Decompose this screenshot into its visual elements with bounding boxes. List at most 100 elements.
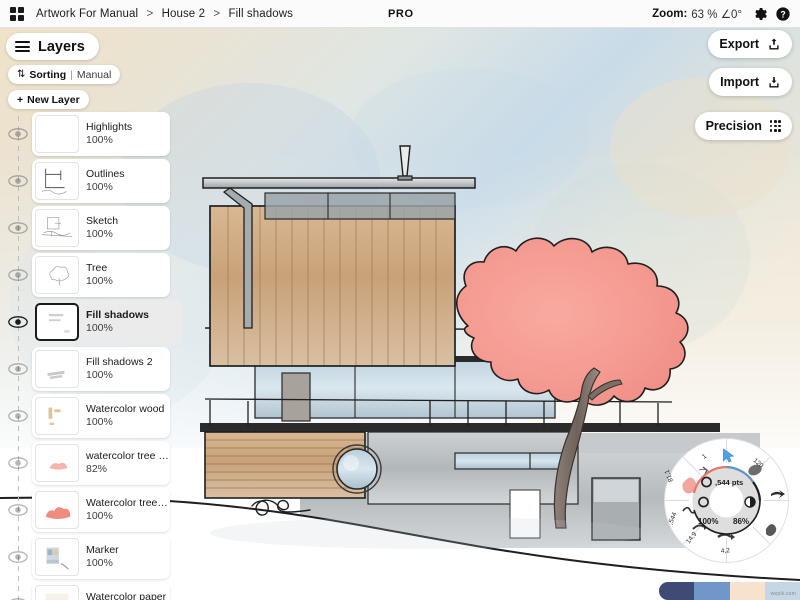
layer-visibility-eye-icon[interactable]	[8, 174, 28, 188]
dial-ring-label-42: 4,2	[721, 547, 731, 555]
grid-menu-icon[interactable]	[10, 6, 24, 21]
layer-opacity: 100%	[86, 556, 113, 569]
breadcrumb-item-current[interactable]: Fill shadows	[229, 8, 293, 20]
right-action-buttons: Export Import Precision	[694, 30, 792, 140]
layer-row[interactable]: Tree 100%	[0, 251, 185, 298]
layer-row[interactable]: Fill shadows 100%	[0, 298, 185, 345]
layer-thumbnail	[35, 584, 79, 600]
layer-visibility-eye-icon[interactable]	[8, 550, 28, 564]
plus-icon: +	[17, 93, 24, 106]
layer-card[interactable]: watercolor tree … 82%	[32, 440, 170, 485]
layer-name: Outlines	[86, 167, 125, 180]
layer-name: Tree	[86, 261, 108, 274]
palette-swatch[interactable]	[729, 582, 765, 600]
palette-swatch[interactable]	[694, 582, 730, 600]
layer-row[interactable]: Highlights 100%	[0, 110, 185, 157]
zoom-label: Zoom:	[652, 7, 688, 20]
precision-button[interactable]: Precision	[694, 112, 792, 140]
layer-visibility-eye-icon[interactable]	[8, 362, 28, 376]
layer-card[interactable]: Watercolor tree … 100%	[32, 487, 170, 532]
layer-list[interactable]: Highlights 100% Outlines 100% Sketch 100% Tree…	[0, 110, 185, 600]
layer-opacity: 100%	[86, 227, 113, 240]
layer-card[interactable]: Watercolor paper100%	[32, 581, 170, 600]
layer-thumbnail	[35, 255, 79, 294]
layer-meta: Watercolor paper100%	[86, 591, 166, 600]
layer-name: Fill shadows	[86, 308, 150, 321]
layer-thumbnail	[35, 349, 79, 388]
layer-opacity: 100%	[86, 133, 113, 146]
layers-panel-title[interactable]: Layers	[6, 33, 99, 60]
layer-thumbnail	[35, 490, 79, 529]
zoom-indicator[interactable]: Zoom: 63 % ∠0°	[652, 7, 742, 21]
breadcrumb-separator: >	[146, 7, 154, 20]
layer-visibility-eye-icon[interactable]	[8, 315, 28, 329]
new-layer-label: New Layer	[27, 93, 80, 106]
layer-card[interactable]: Outlines 100%	[32, 158, 170, 203]
export-upload-icon	[769, 38, 779, 50]
layer-thumbnail	[35, 161, 79, 200]
layer-name: Watercolor paper	[86, 590, 167, 600]
export-label: Export	[719, 37, 759, 51]
layer-card[interactable]: Fill shadows 100%	[32, 299, 182, 344]
layer-name: Watercolor tree …	[86, 496, 170, 509]
layer-row[interactable]: Watercolor tree … 100%	[0, 486, 185, 533]
import-button[interactable]: Import	[709, 68, 792, 96]
layer-opacity: 100%	[86, 509, 113, 522]
layer-thumbnail	[35, 537, 79, 576]
layer-visibility-eye-icon[interactable]	[8, 503, 28, 517]
hamburger-icon[interactable]	[15, 39, 30, 55]
layer-meta: Watercolor wood 100%	[86, 403, 164, 429]
sorting-divider: |	[70, 68, 73, 81]
layer-name: Fill shadows 2	[86, 355, 153, 368]
layer-opacity: 100%	[86, 274, 113, 287]
layer-row[interactable]: Fill shadows 2 100%	[0, 345, 185, 392]
layer-row[interactable]: Marker 100%	[0, 533, 185, 580]
layer-row[interactable]: Watercolor paper100%	[0, 580, 185, 600]
layer-card[interactable]: Marker 100%	[32, 534, 170, 579]
breadcrumb: Artwork For Manual > House 2 > Fill shad…	[36, 8, 293, 20]
radial-brush-dial[interactable]: 1 120 4,2 14,9 ,544 81,1 ,544 pts 100% 8…	[663, 437, 790, 564]
layer-visibility-eye-icon[interactable]	[8, 268, 28, 282]
new-layer-button[interactable]: + New Layer	[8, 90, 89, 109]
layer-row[interactable]: watercolor tree … 82%	[0, 439, 185, 486]
layer-meta: Tree 100%	[86, 262, 113, 288]
layer-name: watercolor tree …	[86, 449, 169, 462]
layer-row[interactable]: Watercolor wood 100%	[0, 392, 185, 439]
layer-opacity: 100%	[86, 180, 113, 193]
layers-title-label: Layers	[38, 38, 85, 55]
layer-visibility-eye-icon[interactable]	[8, 127, 28, 141]
layer-card[interactable]: Highlights 100%	[32, 111, 170, 156]
layer-opacity: 100%	[86, 321, 113, 334]
layer-row[interactable]: Outlines 100%	[0, 157, 185, 204]
help-icon[interactable]	[775, 6, 791, 22]
half-circle-icon[interactable]	[744, 496, 756, 508]
zoom-value: 63 % ∠0°	[691, 8, 742, 21]
gear-icon[interactable]	[752, 6, 768, 22]
layer-visibility-eye-icon[interactable]	[8, 409, 28, 423]
breadcrumb-item-project[interactable]: Artwork For Manual	[36, 8, 138, 20]
layer-thumbnail	[35, 208, 79, 247]
layer-card[interactable]: Watercolor wood 100%	[32, 393, 170, 438]
precision-label: Precision	[705, 119, 762, 133]
dial-right-percent: 86%	[733, 517, 749, 526]
layer-card[interactable]: Sketch 100%	[32, 205, 170, 250]
layer-opacity: 82%	[86, 462, 108, 475]
layer-name: Marker	[86, 543, 119, 556]
layer-thumbnail	[35, 396, 79, 435]
palette-swatch[interactable]	[659, 582, 695, 600]
layer-meta: Fill shadows 100%	[86, 309, 149, 335]
layer-row[interactable]: Sketch 100%	[0, 204, 185, 251]
layer-visibility-eye-icon[interactable]	[8, 597, 28, 600]
layer-meta: Highlights 100%	[86, 121, 132, 147]
layer-card[interactable]: Tree 100%	[32, 252, 170, 297]
layer-visibility-eye-icon[interactable]	[8, 221, 28, 235]
layer-visibility-eye-icon[interactable]	[8, 456, 28, 470]
layer-card[interactable]: Fill shadows 2 100%	[32, 346, 170, 391]
breadcrumb-item-folder[interactable]: House 2	[162, 8, 206, 20]
layer-name: Watercolor wood	[86, 402, 165, 415]
export-button[interactable]: Export	[708, 30, 792, 58]
layer-meta: watercolor tree … 82%	[86, 450, 169, 476]
breadcrumb-separator: >	[213, 7, 221, 20]
sorting-label: Sorting	[29, 68, 67, 81]
sorting-control[interactable]: ⇅ Sorting | Manual	[8, 65, 121, 84]
